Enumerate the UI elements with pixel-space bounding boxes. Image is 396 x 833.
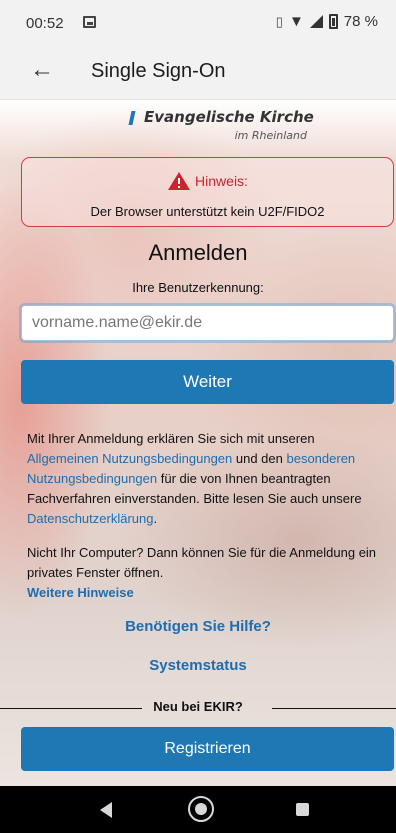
terms-text-part: . xyxy=(153,511,158,526)
battery-icon xyxy=(328,14,338,29)
private-window-note: Nicht Ihr Computer? Dann können Sie für … xyxy=(27,543,387,603)
next-button[interactable]: Weiter xyxy=(21,360,394,404)
notice-title: Hinweis: xyxy=(195,173,248,189)
system-status-link[interactable]: Systemstatus xyxy=(0,657,396,674)
more-hints-link[interactable]: Weitere Hinweise xyxy=(27,583,387,603)
user-id-input[interactable] xyxy=(21,305,394,341)
nav-recents-icon[interactable] xyxy=(296,803,309,816)
terms-text-part: Mit Ihrer Anmeldung erklären Sie sich mi… xyxy=(27,431,315,446)
terms-text-part: und den xyxy=(232,451,287,466)
register-button[interactable]: Registrieren xyxy=(21,727,394,771)
nav-back-icon[interactable] xyxy=(100,802,112,818)
notice-box: Hinweis: Der Browser unterstützt kein U2… xyxy=(21,157,394,227)
terms-text: Mit Ihrer Anmeldung erklären Sie sich mi… xyxy=(27,429,387,529)
status-icons: ▯ ▼ 78 % xyxy=(276,13,378,30)
general-terms-link[interactable]: Allgemeinen Nutzungsbedingungen xyxy=(27,451,232,466)
church-logo: Evangelische Kirche im Rheinland xyxy=(128,108,314,148)
divider-line xyxy=(272,708,396,709)
logo-name: Evangelische Kirche xyxy=(144,108,314,126)
help-link[interactable]: Benötigen Sie Hilfe? xyxy=(0,618,396,635)
private-window-text: Nicht Ihr Computer? Dann können Sie für … xyxy=(27,545,377,580)
register-divider-label: Neu bei EKIR? xyxy=(153,699,243,714)
image-notification-icon xyxy=(83,16,96,28)
signal-icon xyxy=(309,15,323,28)
notice-message: Der Browser unterstützt kein U2F/FIDO2 xyxy=(90,204,325,219)
page-title: Single Sign-On xyxy=(91,60,226,82)
notice-header: Hinweis: xyxy=(22,171,393,191)
warning-icon xyxy=(167,171,191,191)
status-time: 00:52 xyxy=(26,15,64,32)
privacy-policy-link[interactable]: Datenschutzerklärung xyxy=(27,511,153,526)
system-nav-bar xyxy=(0,786,396,833)
status-bar: 00:52 ▯ ▼ 78 % xyxy=(0,0,396,46)
logo-subtitle: im Rheinland xyxy=(234,129,307,142)
wifi-icon: ▼ xyxy=(288,13,304,30)
nav-home-icon[interactable] xyxy=(188,796,214,822)
login-page: Evangelische Kirche im Rheinland Hinweis… xyxy=(0,100,396,786)
vibrate-icon: ▯ xyxy=(275,13,283,29)
login-title: Anmelden xyxy=(148,240,248,265)
user-id-label: Ihre Benutzerkennung: xyxy=(132,280,264,295)
register-divider: Neu bei EKIR? xyxy=(0,698,396,718)
logo-bar-icon xyxy=(128,111,136,125)
arrow-left-icon[interactable]: ← xyxy=(30,56,58,86)
battery-level: 78 % xyxy=(343,13,378,30)
app-bar: ← Single Sign-On xyxy=(0,46,396,100)
